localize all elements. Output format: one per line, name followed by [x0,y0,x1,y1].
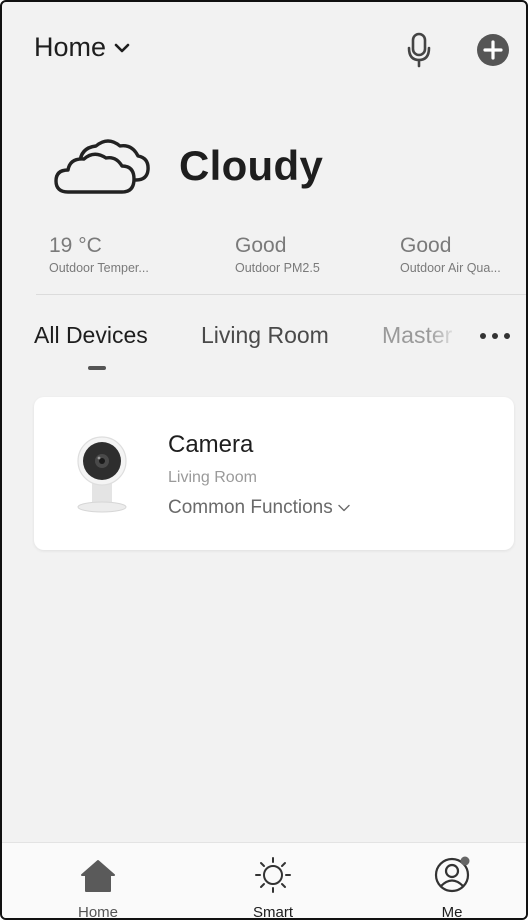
stat-value: Good [235,234,287,257]
stat-outdoor-pm25: Good Outdoor PM2.5 [235,234,365,275]
stat-value: Good [400,234,452,257]
weather-condition: Cloudy [179,142,324,189]
stat-outdoor-air-quality: Good Outdoor Air Qua... [400,234,526,275]
tab-master[interactable]: Master [382,322,460,349]
tab-living-room[interactable]: Living Room [201,322,329,349]
nav-home[interactable]: Home [48,843,148,920]
sun-icon [255,857,291,893]
notification-dot [460,856,470,866]
tab-all-devices[interactable]: All Devices [34,322,148,349]
common-functions-toggle[interactable]: Common Functions [168,497,350,519]
nav-smart-label: Smart [252,904,293,920]
home-icon [81,860,115,892]
chevron-down-icon [338,504,350,512]
chevron-down-icon [114,43,130,52]
active-tab-indicator [88,366,106,370]
user-circle-icon [434,856,470,893]
microphone-icon[interactable] [404,32,436,68]
room-tabs: All Devices Living Room Master [2,322,526,382]
device-room: Living Room [168,469,257,486]
more-horizontal-icon[interactable] [478,330,512,342]
nav-home-label: Home [77,904,118,920]
common-functions-label: Common Functions [168,497,333,518]
stat-outdoor-temperature: 19 °C Outdoor Temper... [49,234,179,275]
divider [36,294,526,295]
stat-label: Outdoor PM2.5 [235,261,320,275]
plus-circle-icon[interactable] [476,33,510,67]
nav-smart[interactable]: Smart [223,843,323,920]
nav-me[interactable]: Me [402,843,502,920]
app-screen: Home Cloudy 19 °C Outdoor Temper... Good… [0,0,528,920]
cloud-icon [54,139,150,194]
stat-label: Outdoor Air Qua... [400,261,501,275]
bottom-navigation: Home Smart Me [2,842,526,920]
device-card-camera[interactable]: Camera Living Room Common Functions [34,397,514,550]
home-selector-label: Home [34,32,107,62]
device-name: Camera [168,431,254,458]
nav-me-label: Me [441,904,463,920]
top-bar: Home [2,2,526,98]
stat-value: 19 °C [49,234,102,257]
home-selector[interactable]: Home [34,32,130,63]
camera-device-icon [77,436,127,513]
stat-label: Outdoor Temper... [49,261,149,275]
